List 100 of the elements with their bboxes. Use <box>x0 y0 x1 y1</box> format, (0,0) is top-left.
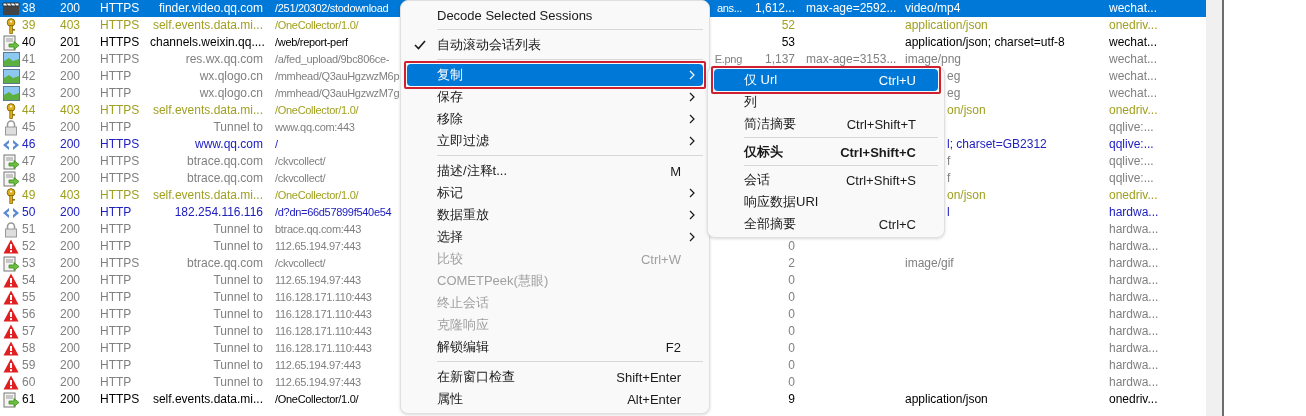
url-cell-text: /d?dn=66d57899f540e54 <box>275 205 392 220</box>
status-code: 200 <box>60 136 82 153</box>
row-number: 46 <box>22 136 37 153</box>
row-number: 48 <box>22 170 37 187</box>
url-cell-text: /ckvcollect/ <box>275 256 326 271</box>
protocol-cell-text: HTTPS <box>100 102 141 119</box>
host-cell-text: Tunnel to <box>212 289 264 306</box>
status-code: 403 <box>60 187 82 204</box>
protocol-cell-text: HTTPS <box>100 391 141 408</box>
body-size: 1,612... <box>753 0 796 17</box>
process-cell-text: wechat... <box>1109 68 1159 85</box>
row-number: 47 <box>22 153 37 170</box>
process-cell-text: onedriv... <box>1109 17 1159 34</box>
host-cell-text: Tunnel to <box>212 357 264 374</box>
body-size: 0 <box>787 374 796 391</box>
protocol-cell-text: HTTP <box>100 272 133 289</box>
url-cell-text: /OneCollector/1.0/ <box>275 392 359 407</box>
protocol-cell-text: HTTP <box>100 357 133 374</box>
protocol-cell-text: HTTP <box>100 221 133 238</box>
url-cell-text: 116.128.171.110:443 <box>275 341 372 356</box>
status-code: 200 <box>60 306 82 323</box>
protocol-cell-text: HTTPS <box>100 51 141 68</box>
row-number: 56 <box>22 306 37 323</box>
protocol-cell-text: HTTPS <box>100 0 141 17</box>
process-cell-text: hardwa... <box>1109 238 1160 255</box>
row-number: 52 <box>22 238 37 255</box>
row-number: 42 <box>22 68 37 85</box>
process-cell-text: onedriv... <box>1109 102 1159 119</box>
host-cell-text: btrace.qq.com <box>185 255 264 272</box>
host-cell-text: res.wx.qq.com <box>184 51 264 68</box>
status-code: 200 <box>60 85 82 102</box>
process-cell-text: wechat... <box>1109 85 1159 102</box>
url-cell-text: 116.128.171.110:443 <box>275 290 372 305</box>
status-code: 200 <box>60 340 82 357</box>
protocol-cell-text: HTTP <box>100 306 133 323</box>
body-size: 0 <box>787 357 796 374</box>
host-cell-text: self.events.data.mi... <box>151 187 264 204</box>
url-cell-text: 112.65.194.97:443 <box>275 239 361 254</box>
host-cell-text: www.qq.com <box>193 136 264 153</box>
status-code: 201 <box>60 34 82 51</box>
process-cell-text: hardwa... <box>1109 289 1160 306</box>
process-cell-text: qqlive:... <box>1109 153 1155 170</box>
status-code: 403 <box>60 102 82 119</box>
content-type-cell-text: image/png <box>905 51 963 68</box>
row-number: 45 <box>22 119 37 136</box>
body-size: 52 <box>780 17 796 34</box>
content-type-cell-text: on/json <box>946 187 987 204</box>
host-cell-text: Tunnel to <box>212 340 264 357</box>
process-cell-text: qqlive:... <box>1109 136 1155 153</box>
host-cell-text: finder.video.qq.com <box>157 0 264 17</box>
process-cell-text: onedriv... <box>1109 187 1159 204</box>
status-code: 200 <box>60 204 82 221</box>
process-cell-text: wechat... <box>1109 34 1159 51</box>
row-number: 55 <box>22 289 37 306</box>
body-size: 0 <box>787 238 796 255</box>
url-cell-text: www.qq.com:443 <box>275 120 355 135</box>
content-type-cell-text: l <box>946 204 951 221</box>
content-type-cell-text: on/json <box>946 102 987 119</box>
content-type-cell-text: f <box>946 153 952 170</box>
caching-cell-text: max-age=2592... <box>805 0 898 17</box>
row-number: 43 <box>22 85 37 102</box>
process-cell-text: hardwa... <box>1109 204 1160 221</box>
host-cell-text: Tunnel to <box>212 306 264 323</box>
content-type-cell-text: application/json; charset=utf-8 <box>905 34 1066 51</box>
protocol-cell-text: HTTPS <box>100 153 141 170</box>
status-code: 200 <box>60 170 82 187</box>
url-cell-text: /mmhead/Q3auHgzwzM6p <box>275 69 400 84</box>
host-cell-text: Tunnel to <box>212 323 264 340</box>
process-cell-text: hardwa... <box>1109 357 1160 374</box>
content-type-cell-text: image/gif <box>905 255 955 272</box>
protocol-cell-text: HTTPS <box>100 255 141 272</box>
process-cell-text: hardwa... <box>1109 374 1160 391</box>
process-cell-text: onedriv... <box>1109 391 1159 408</box>
body-size: 2 <box>787 255 796 272</box>
status-code: 200 <box>60 221 82 238</box>
protocol-cell-text: HTTPS <box>100 187 141 204</box>
status-code: 200 <box>60 119 82 136</box>
url-cell-text: /OneCollector/1.0/ <box>275 18 359 33</box>
row-number: 57 <box>22 323 37 340</box>
protocol-cell-text: HTTP <box>100 85 133 102</box>
protocol-cell-text: HTTP <box>100 238 133 255</box>
host-cell-text: Tunnel to <box>212 119 264 136</box>
protocol-cell-text: HTTPS <box>100 136 141 153</box>
body-size: 0 <box>787 340 796 357</box>
protocol-cell-text: HTTP <box>100 323 133 340</box>
url-cell-text: /ckvcollect/ <box>275 154 326 169</box>
protocol-cell-text: HTTPS <box>100 17 141 34</box>
row-number: 59 <box>22 357 37 374</box>
host-cell-text: 182.254.116.116 <box>173 204 264 221</box>
url-cell-text: 116.128.171.110:443 <box>275 307 372 322</box>
status-code: 200 <box>60 153 82 170</box>
body-size: 0 <box>787 323 796 340</box>
host-cell-text: Tunnel to <box>212 374 264 391</box>
row-number: 53 <box>22 255 37 272</box>
row-number: 50 <box>22 204 37 221</box>
status-code: 200 <box>60 51 82 68</box>
url-cell-text: E.png <box>714 52 742 67</box>
row-number: 40 <box>22 34 37 51</box>
url-cell-text: /OneCollector/1.0/ <box>275 103 359 118</box>
url-cell-text: 112.65.194.97:443 <box>275 375 361 390</box>
